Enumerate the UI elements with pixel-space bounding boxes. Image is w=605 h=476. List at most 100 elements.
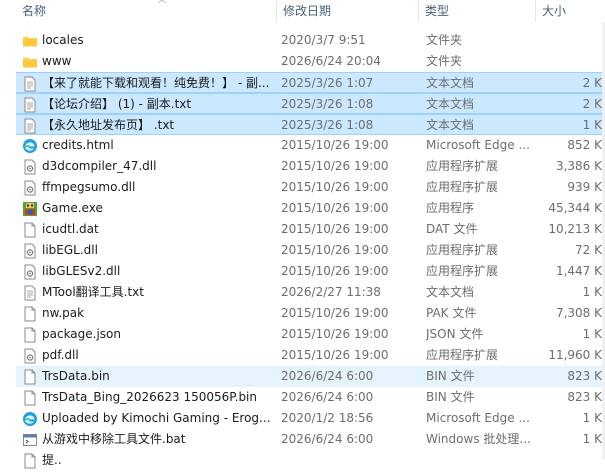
file-date: 2015/10/26 19:00 — [281, 159, 389, 173]
file-size — [536, 30, 602, 51]
file-size: 2 K — [582, 97, 602, 111]
file-name: libEGL.dll — [42, 243, 98, 257]
file-row[interactable]: d3dcompiler_47.dll 2015/10/26 19:00 应用程序扩展… — [16, 156, 605, 177]
file-row[interactable]: ffmpegsumo.dll 2015/10/26 19:00 应用程序扩展 939 … — [16, 177, 605, 198]
game-exe-icon — [22, 201, 38, 217]
file-row-selected[interactable]: 【论坛介绍】 (1) - 副本.txt 2025/3/26 1:08 文本文档 2 K — [16, 93, 605, 114]
file-type: 文本文档 — [426, 97, 475, 111]
file-name: locales — [42, 33, 84, 47]
file-size: 823 K — [567, 369, 602, 383]
file-row[interactable]: credits.html 2015/10/26 19:00 Microsoft Ed… — [16, 135, 605, 156]
file-row[interactable]: libEGL.dll 2015/10/26 19:00 应用程序扩展 72 K — [16, 240, 605, 261]
file-icon — [22, 453, 38, 469]
column-name-label: 名称 — [22, 4, 47, 18]
text-file-icon — [22, 76, 38, 92]
dll-file-icon — [22, 264, 38, 280]
file-size: 1,447 K — [555, 264, 602, 278]
file-type: 应用程序扩展 — [426, 264, 499, 278]
file-date: 2026/2/27 11:38 — [281, 285, 381, 299]
file-type: 应用程序扩展 — [426, 180, 499, 194]
file-row-selected[interactable]: 【永久地址发布页】 .txt 2025/3/26 1:08 文本文档 1 K — [16, 114, 605, 135]
file-name: icudtl.dat — [42, 222, 99, 236]
file-name: MTool翻译工具.txt — [42, 285, 144, 299]
file-row[interactable]: TrsData_Bing_2026623 150056P.bin 2026/6/2… — [16, 387, 605, 408]
file-size: 1 K — [582, 432, 602, 446]
file-type — [426, 450, 538, 471]
file-row[interactable]: www 2026/6/24 20:04 文件夹 — [16, 51, 605, 72]
file-type: 文件夹 — [426, 33, 463, 47]
file-type: 应用程序 — [426, 201, 475, 215]
file-date: 2015/10/26 19:00 — [281, 264, 389, 278]
file-row[interactable]: nw.pak 2015/10/26 19:00 PAK 文件 7,308 K — [16, 303, 605, 324]
file-name: credits.html — [42, 138, 114, 152]
dll-file-icon — [22, 180, 38, 196]
file-name: nw.pak — [42, 306, 85, 320]
file-size: 2 K — [582, 76, 602, 90]
folder-icon — [22, 54, 38, 70]
file-date: 2015/10/26 19:00 — [281, 306, 389, 320]
file-row[interactable]: TrsData.bin 2026/6/24 6:00 BIN 文件 823 K — [16, 366, 605, 387]
file-name: 【论坛介绍】 (1) - 副本.txt — [42, 97, 192, 111]
file-type: DAT 文件 — [426, 222, 478, 236]
dll-file-icon — [22, 348, 38, 364]
edge-icon — [22, 411, 38, 427]
file-date: 2015/10/26 19:00 — [281, 222, 389, 236]
file-row[interactable]: locales 2020/3/7 9:51 文件夹 — [16, 30, 605, 51]
file-row[interactable]: package.json 2015/10/26 19:00 JSON 文件 1 K — [16, 324, 605, 345]
file-icon — [22, 327, 38, 343]
file-name: package.json — [42, 327, 122, 341]
file-row[interactable]: icudtl.dat 2015/10/26 19:00 DAT 文件 10,213 K — [16, 219, 605, 240]
file-size: 10,213 K — [548, 222, 602, 236]
file-date: 2015/10/26 19:00 — [281, 348, 389, 362]
file-date: 2025/3/26 1:07 — [281, 76, 374, 90]
file-date: 2015/10/26 19:00 — [281, 327, 389, 341]
file-size: 3,386 K — [555, 159, 602, 173]
file-date: 2025/3/26 1:08 — [281, 97, 374, 111]
file-name: Game.exe — [42, 201, 103, 215]
file-type: 应用程序扩展 — [426, 159, 499, 173]
column-size-label: 大小 — [542, 4, 567, 18]
file-row[interactable]: MTool翻译工具.txt 2026/2/27 11:38 文本文档 1 K — [16, 282, 605, 303]
file-name: libGLESv2.dll — [42, 264, 121, 278]
column-date-header[interactable]: 修改日期 — [277, 0, 419, 22]
file-size: 852 K — [567, 138, 602, 152]
file-row[interactable]: 从游戏中移除工具文件.bat 2026/6/24 6:00 Windows 批处理.… — [16, 429, 605, 450]
column-size-header[interactable]: 大小 — [536, 0, 605, 22]
column-header: 名称 ︿ 修改日期 类型 大小 — [0, 0, 605, 22]
column-type-header[interactable]: 类型 — [419, 0, 536, 22]
file-type: 文本文档 — [426, 285, 475, 299]
file-name: TrsData_Bing_2026623 150056P.bin — [42, 390, 257, 404]
file-size: 7,308 K — [555, 306, 602, 320]
file-name: 提.. — [42, 453, 62, 467]
file-name: 【来了就能下载和观看！纯免费！】 - 副... — [42, 76, 270, 90]
text-file-icon — [22, 118, 38, 134]
file-type: 文件夹 — [426, 54, 463, 68]
file-type: 应用程序扩展 — [426, 243, 499, 257]
file-type: 文本文档 — [426, 76, 475, 90]
file-row[interactable]: pdf.dll 2015/10/26 19:00 应用程序扩展 11,960 K — [16, 345, 605, 366]
file-size: 823 K — [567, 390, 602, 404]
file-name: www — [42, 54, 72, 68]
file-icon — [22, 306, 38, 322]
file-date: 2015/10/26 19:00 — [281, 243, 389, 257]
dll-file-icon — [22, 159, 38, 175]
file-date: 2026/6/24 6:00 — [281, 432, 374, 446]
file-date: 2025/3/26 1:08 — [281, 118, 374, 132]
file-date — [281, 450, 416, 471]
file-date: 2020/1/2 18:56 — [281, 411, 374, 425]
file-size: 1 K — [582, 411, 602, 425]
file-row[interactable]: libGLESv2.dll 2015/10/26 19:00 应用程序扩展 1,447… — [16, 261, 605, 282]
column-name-header[interactable]: 名称 ︿ — [16, 0, 277, 22]
file-row-selected[interactable]: 【来了就能下载和观看！纯免费！】 - 副... 2025/3/26 1:07 文本文… — [16, 72, 605, 93]
file-row[interactable]: 提.. — [16, 450, 605, 471]
folder-icon — [22, 33, 38, 49]
file-row[interactable]: Game.exe 2015/10/26 19:00 应用程序 45,344 K — [16, 198, 605, 219]
file-row[interactable]: Uploaded by Kimochi Gaming - Erog... 2020… — [16, 408, 605, 429]
file-icon — [22, 369, 38, 385]
file-size: 45,344 K — [548, 201, 602, 215]
file-type: JSON 文件 — [426, 327, 484, 341]
file-size: 939 K — [567, 180, 602, 194]
file-type: PAK 文件 — [426, 306, 477, 320]
file-type: BIN 文件 — [426, 369, 475, 383]
file-type: 应用程序扩展 — [426, 348, 499, 362]
